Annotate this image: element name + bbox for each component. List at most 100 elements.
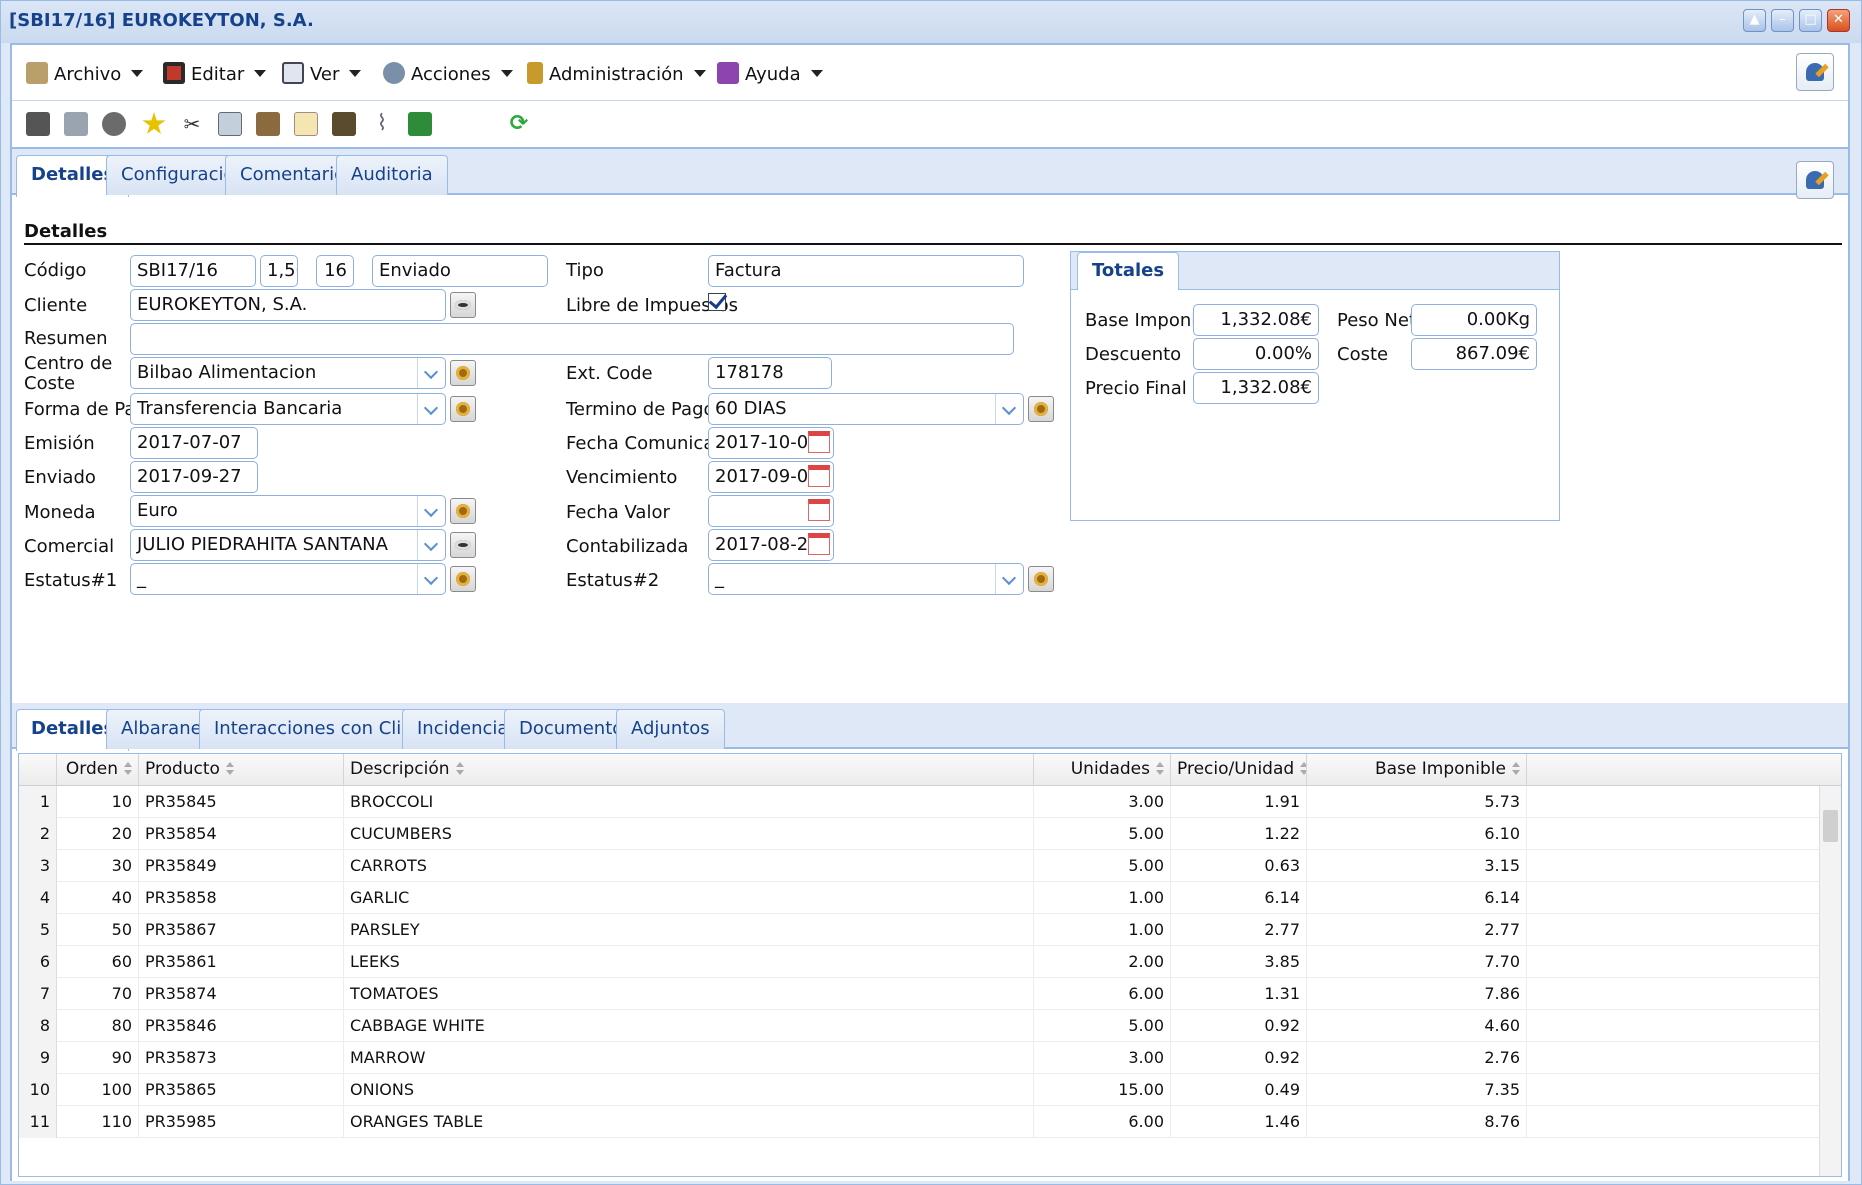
table-row[interactable]: 10 100 PR35865 ONIONS 15.00 0.49 7.35 xyxy=(19,1074,1819,1106)
forma-combo[interactable]: Transferencia Bancaria xyxy=(130,393,446,425)
libre-checkbox[interactable] xyxy=(708,293,726,311)
tab-adjuntos[interactable]: Adjuntos xyxy=(616,709,725,749)
moneda-settings-icon[interactable] xyxy=(450,498,476,524)
col-orden[interactable]: Orden xyxy=(57,754,139,786)
title-bar[interactable]: [SBI17/16] EUROKEYTON, S.A. ▲ – □ ✕ xyxy=(1,1,1861,43)
base-cell: 2.77 xyxy=(1307,914,1527,946)
table-row[interactable]: 3 30 PR35849 CARROTS 5.00 0.63 3.15 xyxy=(19,850,1819,882)
menu-editar[interactable]: Editar xyxy=(163,62,267,85)
enviado-field[interactable]: 2017-09-27 xyxy=(130,461,258,493)
attach-icon[interactable]: ⌇ xyxy=(370,112,394,136)
chevron-down-icon[interactable] xyxy=(995,564,1023,594)
excel-icon[interactable] xyxy=(408,112,432,136)
table-row[interactable]: 2 20 PR35854 CUCUMBERS 5.00 1.22 6.10 xyxy=(19,818,1819,850)
col-precio[interactable]: Precio/Unidad xyxy=(1171,754,1307,786)
estado-field[interactable]: Enviado xyxy=(372,255,548,287)
menu-ver[interactable]: Ver xyxy=(282,62,362,85)
final-field[interactable]: 1,332.08€ xyxy=(1193,372,1319,404)
col-unidades[interactable]: Unidades xyxy=(1034,754,1171,786)
calendar-icon[interactable] xyxy=(808,465,830,487)
calendar-icon[interactable] xyxy=(808,499,830,521)
chevron-down-icon[interactable] xyxy=(417,358,445,388)
comercial-combo[interactable]: JULIO PIEDRAHITA SANTANA xyxy=(130,529,446,561)
menu-administracion[interactable]: Administración xyxy=(527,62,706,85)
totals-panel: Totales Base Imponible 1,332.08€ Descuen… xyxy=(1070,251,1560,521)
tab-totales[interactable]: Totales xyxy=(1077,252,1180,290)
fvalor-field[interactable] xyxy=(708,495,834,527)
ext-field[interactable]: 178178 xyxy=(708,357,832,389)
peso-field[interactable]: 0.00Kg xyxy=(1411,304,1537,336)
scrollbar-thumb[interactable] xyxy=(1823,810,1838,842)
menu-archivo[interactable]: Archivo xyxy=(26,62,144,85)
stamp-icon[interactable] xyxy=(102,112,126,136)
table-row[interactable]: 11 110 PR35985 ORANGES TABLE 6.00 1.46 8.76 xyxy=(19,1106,1819,1138)
report-icon[interactable] xyxy=(294,112,318,136)
collapse-up-icon[interactable]: ▲ xyxy=(1743,9,1766,32)
copy-icon[interactable] xyxy=(218,112,242,136)
cut-icon[interactable]: ✂ xyxy=(180,112,204,136)
moneda-combo[interactable]: Euro xyxy=(130,495,446,527)
edit-user-button[interactable] xyxy=(1796,53,1834,91)
termino-settings-icon[interactable] xyxy=(1028,396,1054,422)
cliente-view-icon[interactable] xyxy=(450,292,476,318)
chevron-down-icon[interactable] xyxy=(995,394,1023,424)
bottom-panel: Detalles Albaranes Interacciones con Cli… xyxy=(12,703,1848,1181)
chevron-down-icon[interactable] xyxy=(417,394,445,424)
forma-settings-icon[interactable] xyxy=(450,396,476,422)
chevron-down-icon[interactable] xyxy=(417,530,445,560)
chevron-down-icon xyxy=(810,70,823,77)
edit-panel-button[interactable] xyxy=(1796,161,1834,199)
table-row[interactable]: 9 90 PR35873 MARROW 3.00 0.92 2.76 xyxy=(19,1042,1819,1074)
menu-ayuda[interactable]: Ayuda xyxy=(717,62,823,85)
base-field[interactable]: 1,332.08€ xyxy=(1193,304,1319,336)
maximize-icon[interactable]: □ xyxy=(1799,9,1822,32)
forma-value: Transferencia Bancaria xyxy=(137,398,343,419)
calendar-icon[interactable] xyxy=(808,533,830,555)
col-descripcion[interactable]: Descripción xyxy=(344,754,1034,786)
col-producto[interactable]: Producto xyxy=(139,754,344,786)
table-row[interactable]: 8 80 PR35846 CABBAGE WHITE 5.00 0.92 4.60 xyxy=(19,1010,1819,1042)
grid-scrollbar[interactable] xyxy=(1819,786,1841,1176)
descuento-field[interactable]: 0.00% xyxy=(1193,338,1319,370)
minimize-icon[interactable]: – xyxy=(1771,9,1794,32)
estatus2-settings-icon[interactable] xyxy=(1028,566,1054,592)
close-icon[interactable]: ✕ xyxy=(1827,9,1850,32)
cliente-field[interactable]: EUROKEYTON, S.A. xyxy=(130,289,446,321)
menu-acciones[interactable]: Acciones xyxy=(383,62,513,85)
centro-combo[interactable]: Bilbao Alimentacion xyxy=(130,357,446,389)
descripcion-cell: CUCUMBERS xyxy=(344,818,1034,850)
paste-icon[interactable] xyxy=(256,112,280,136)
venc-field[interactable]: 2017-09-05 xyxy=(708,461,834,493)
estatus1-settings-icon[interactable] xyxy=(450,566,476,592)
chevron-down-icon[interactable] xyxy=(417,564,445,594)
save-icon[interactable] xyxy=(26,112,50,136)
tab-auditoria[interactable]: Auditoria xyxy=(336,155,448,195)
table-row[interactable]: 1 10 PR35845 BROCCOLI 3.00 1.91 5.73 xyxy=(19,786,1819,818)
resumen-field[interactable] xyxy=(130,323,1014,355)
print-icon[interactable] xyxy=(64,112,88,136)
emision-field[interactable]: 2017-07-07 xyxy=(130,427,258,459)
camera-icon[interactable] xyxy=(332,112,356,136)
calendar-icon[interactable] xyxy=(808,431,830,453)
comercial-view-icon[interactable] xyxy=(450,532,476,558)
estatus2-combo[interactable]: _ xyxy=(708,563,1024,595)
contab-field[interactable]: 2017-08-21 xyxy=(708,529,834,561)
table-row[interactable]: 4 40 PR35858 GARLIC 1.00 6.14 6.14 xyxy=(19,882,1819,914)
chevron-down-icon[interactable] xyxy=(417,496,445,526)
refresh-icon[interactable]: ⟳ xyxy=(507,112,531,136)
tipo-field[interactable]: Factura xyxy=(708,255,1024,287)
codigo-b-field[interactable]: 1,56 xyxy=(260,255,298,287)
estatus1-combo[interactable]: _ xyxy=(130,563,446,595)
table-row[interactable]: 6 60 PR35861 LEEKS 2.00 3.85 7.70 xyxy=(19,946,1819,978)
fcom-field[interactable]: 2017-10-02 xyxy=(708,427,834,459)
coste-field[interactable]: 867.09€ xyxy=(1411,338,1537,370)
codigo-field[interactable]: SBI17/16 xyxy=(130,255,256,287)
centro-settings-icon[interactable] xyxy=(450,360,476,386)
col-base[interactable]: Base Imponible xyxy=(1307,754,1527,786)
table-row[interactable]: 7 70 PR35874 TOMATOES 6.00 1.31 7.86 xyxy=(19,978,1819,1010)
star-icon[interactable] xyxy=(142,112,166,134)
table-row[interactable]: 5 50 PR35867 PARSLEY 1.00 2.77 2.77 xyxy=(19,914,1819,946)
producto-cell: PR35867 xyxy=(139,914,344,946)
codigo-c-field[interactable]: 16 xyxy=(316,255,354,287)
termino-combo[interactable]: 60 DIAS xyxy=(708,393,1024,425)
